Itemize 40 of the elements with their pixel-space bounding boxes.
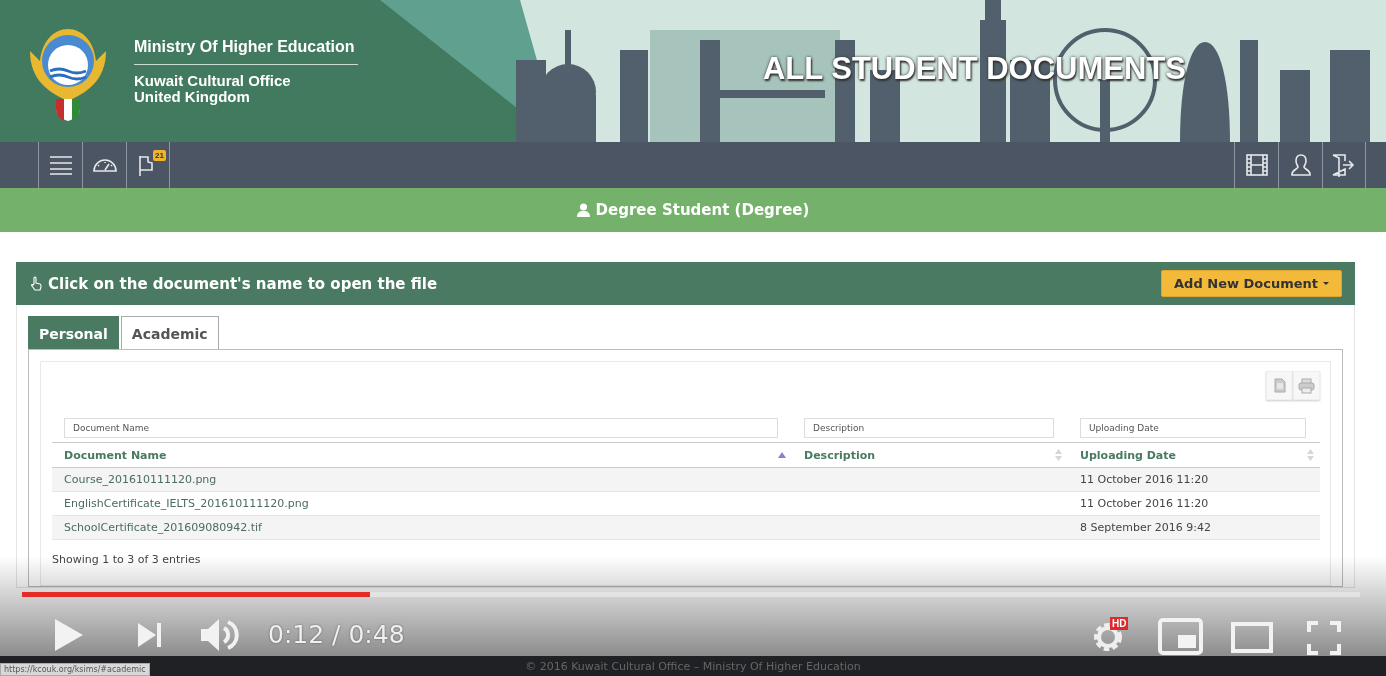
table-cell: 11 October 2016 11:20 <box>1080 473 1209 486</box>
user-icon <box>576 203 590 217</box>
entries-info: Showing 1 to 3 of 3 entries <box>52 553 202 566</box>
menu-icon <box>48 155 73 175</box>
column-header[interactable]: Document Name <box>52 442 792 468</box>
film-icon <box>1244 153 1269 177</box>
office-country: United Kingdom <box>134 88 251 105</box>
status-url: https://kcouk.org/ksims/#academic <box>0 663 150 676</box>
progress-bar[interactable] <box>22 592 1360 597</box>
document-link[interactable]: SchoolCertificate_201609080942.tif <box>64 521 262 534</box>
gauge-icon <box>91 157 118 173</box>
table-cell: 8 September 2016 9:42 <box>1080 521 1211 534</box>
fullscreen-button[interactable] <box>1307 621 1341 658</box>
hd-badge: HD <box>1110 617 1129 630</box>
exit-icon <box>1331 153 1357 177</box>
column-header[interactable]: Uploading Date <box>1068 442 1320 468</box>
caret-icon <box>1323 282 1329 285</box>
column-header[interactable]: Description <box>792 442 1068 468</box>
miniplayer-button[interactable] <box>1158 618 1203 658</box>
notification-count: 21 <box>153 150 166 161</box>
ministry-name: Ministry Of Higher Education <box>134 37 359 65</box>
filter-field[interactable]: Document Name <box>64 418 778 438</box>
footer-text: © 2016 Kuwait Cultural Office – Ministry Of Higher Education <box>525 659 861 673</box>
table-cell: 11 October 2016 11:20 <box>1080 497 1209 510</box>
tab[interactable]: Personal <box>28 316 119 349</box>
office-name: Kuwait Cultural Office <box>134 72 292 89</box>
student-type: Degree Student (Degree) <box>595 201 810 219</box>
pointing-hand-icon <box>30 276 42 291</box>
user-icon <box>1289 153 1312 177</box>
filter-field[interactable]: Uploading Date <box>1080 418 1306 438</box>
add-document-button[interactable]: Add New Document <box>1161 270 1342 297</box>
tab[interactable]: Academic <box>120 316 219 349</box>
document-icon <box>1273 378 1286 393</box>
printer-icon <box>1298 377 1315 394</box>
filter-field[interactable]: Description <box>804 418 1054 438</box>
panel-instruction: Click on the document's name to open the file <box>48 274 438 293</box>
theater-mode-button[interactable] <box>1231 622 1273 656</box>
document-link[interactable]: Course_201610111120.png <box>64 473 217 486</box>
document-link[interactable]: EnglishCertificate_IELTS_201610111120.png <box>64 497 309 510</box>
playback-time: 0:12 / 0:48 <box>268 620 405 649</box>
